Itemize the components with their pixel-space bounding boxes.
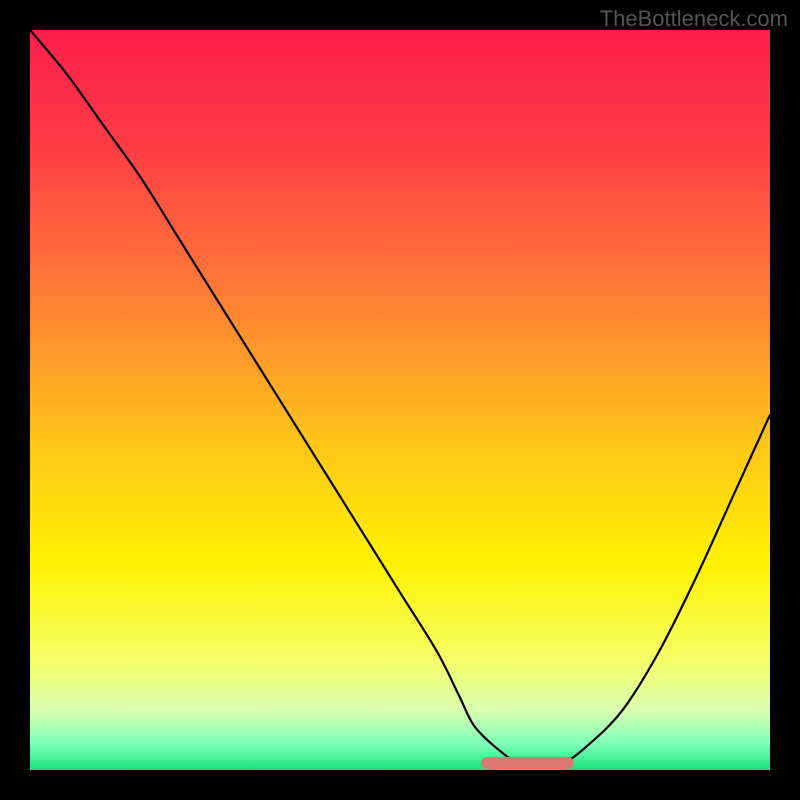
chart-frame: TheBottleneck.com xyxy=(0,0,800,800)
optimal-band-marker xyxy=(481,757,574,769)
bottleneck-curve xyxy=(30,30,770,770)
watermark-text: TheBottleneck.com xyxy=(600,6,788,32)
plot-area xyxy=(30,30,770,770)
curve-path xyxy=(30,30,770,764)
